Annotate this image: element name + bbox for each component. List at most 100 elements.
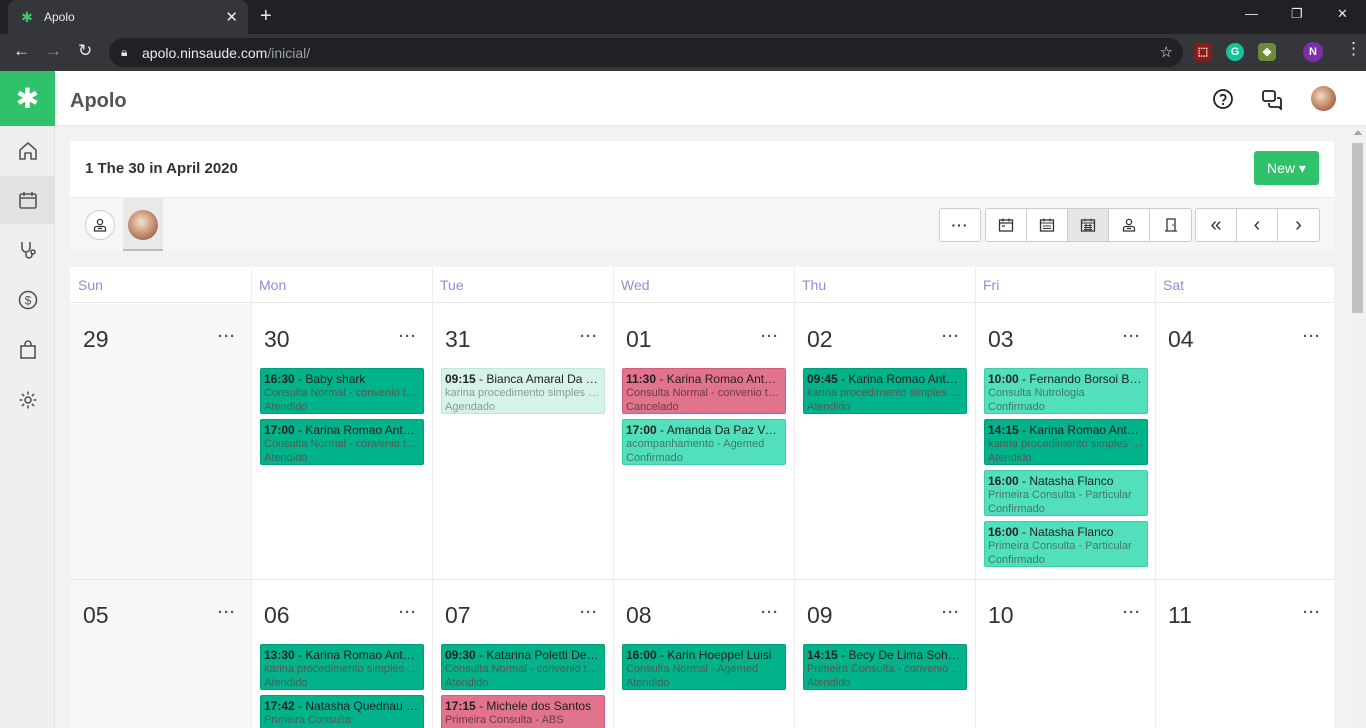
back-icon[interactable]: ← <box>13 41 30 61</box>
day-more-button[interactable]: ··· <box>218 328 236 345</box>
time-separator: - <box>656 372 667 386</box>
week-view-button[interactable] <box>1027 209 1068 241</box>
day-number[interactable]: 06 <box>264 602 290 629</box>
day-number[interactable]: 07 <box>445 602 471 629</box>
day-more-button[interactable]: ··· <box>942 604 960 621</box>
appointment-card[interactable]: 16:00 - Natasha Flanco Primeira Consulta … <box>984 521 1148 567</box>
profile-avatar[interactable]: N <box>1303 42 1323 62</box>
day-number[interactable]: 03 <box>988 326 1014 353</box>
day-number[interactable]: 30 <box>264 326 290 353</box>
home-icon <box>18 142 37 160</box>
professional-view-button[interactable] <box>1109 209 1150 241</box>
help-icon[interactable] <box>1212 88 1234 110</box>
day-more-button[interactable]: ··· <box>761 604 779 621</box>
day-more-button[interactable]: ··· <box>761 328 779 345</box>
chat-icon[interactable] <box>1261 88 1283 110</box>
day-more-button[interactable]: ··· <box>399 604 417 621</box>
forward-icon[interactable]: → <box>45 41 62 61</box>
sidebar-item-finance[interactable]: $ <box>0 276 55 324</box>
day-more-button[interactable]: ··· <box>942 328 960 345</box>
day-more-button[interactable]: ··· <box>399 328 417 345</box>
more-options-group: ··· <box>939 208 981 242</box>
day-more-button[interactable]: ··· <box>580 604 598 621</box>
weekday-label: Thu <box>802 277 827 293</box>
page-scrollbar[interactable] <box>1349 126 1366 728</box>
previous-month-button[interactable]: ‹ <box>1237 209 1278 241</box>
appointment-card[interactable]: 17:00 - Karina Romao Antunes Consulta Nor… <box>260 419 424 465</box>
day-number[interactable]: 31 <box>445 326 471 353</box>
gear-icon <box>19 391 36 409</box>
appointment-card[interactable]: 17:42 - Natasha Quednau FlancoPrimeira C… <box>260 695 424 728</box>
appointment-card[interactable]: 14:15 - Becy De Lima SohnbeinPrimeira Co… <box>803 644 967 690</box>
close-tab-icon[interactable]: ✕ <box>225 8 238 26</box>
day-number[interactable]: 01 <box>626 326 652 353</box>
new-tab-button[interactable]: + <box>260 5 272 28</box>
url-text[interactable]: apolo.ninsaude.com/inicial/ <box>142 45 310 61</box>
appointment-card[interactable]: 10:00 - Fernando Borsoi Bortoli Consulta … <box>984 368 1148 414</box>
sidebar-item-home[interactable] <box>0 127 55 175</box>
day-number[interactable]: 04 <box>1168 326 1194 353</box>
day-number[interactable]: 29 <box>83 326 109 353</box>
browser-tab[interactable]: ✱ Apolo ✕ <box>8 0 248 34</box>
appointment-card[interactable]: 09:45 - Karina Romao Antunes karina proce… <box>803 368 967 414</box>
appointment-card[interactable]: 17:15 - Michele dos Santos Primeira Consu… <box>441 695 605 728</box>
day-more-button[interactable]: ··· <box>1123 604 1141 621</box>
day-number[interactable]: 05 <box>83 602 109 629</box>
grammarly-extension-icon[interactable]: G <box>1226 43 1244 61</box>
reload-icon[interactable]: ↻ <box>78 41 92 61</box>
appointment-card[interactable]: 17:00 - Amanda Da Paz Veredaacompanhamen… <box>622 419 786 465</box>
appointment-card[interactable]: 09:15 - Bianca Amaral Da Rosakarina proc… <box>441 368 605 414</box>
day-view-button[interactable] <box>986 209 1027 241</box>
close-window-icon[interactable]: ✕ <box>1337 6 1348 22</box>
day-number[interactable]: 11 <box>1168 602 1192 629</box>
scroll-up-arrow-icon[interactable] <box>1354 130 1362 135</box>
sidebar-item-clinical[interactable] <box>0 226 55 274</box>
filter-bar: ··· « ‹ › <box>70 197 1334 251</box>
restore-icon[interactable]: ❐ <box>1291 6 1303 22</box>
resource-filter-button[interactable] <box>85 210 115 240</box>
browser-menu-icon[interactable]: ⋮ <box>1345 39 1362 59</box>
appointment-card[interactable]: 16:30 - Baby shark Consulta Normal - conv… <box>260 368 424 414</box>
day-more-button[interactable]: ··· <box>1303 604 1321 621</box>
appointment-title: 17:00 - Karina Romao Antunes <box>264 423 420 437</box>
previous-year-button[interactable]: « <box>1196 209 1237 241</box>
patient-name: Baby shark <box>305 372 366 386</box>
new-appointment-button[interactable]: New ▾ <box>1254 151 1319 185</box>
more-options-button[interactable]: ··· <box>940 209 980 241</box>
minimize-icon[interactable]: — <box>1245 6 1258 21</box>
sidebar-item-calendar[interactable] <box>0 176 55 224</box>
shield-extension-icon[interactable]: ◈ <box>1258 43 1276 61</box>
appointment-status: Agendado <box>445 401 496 413</box>
day-number[interactable]: 10 <box>988 602 1014 629</box>
room-view-button[interactable] <box>1150 209 1191 241</box>
app-logo-icon[interactable]: ✱ <box>0 71 55 126</box>
next-month-button[interactable]: › <box>1278 209 1319 241</box>
day-more-button[interactable]: ··· <box>1123 328 1141 345</box>
column-divider <box>975 267 976 728</box>
sidebar-item-store[interactable] <box>0 326 55 374</box>
appointment-card[interactable]: 09:30 - Katarina Poletti De SouzaConsult… <box>441 644 605 690</box>
user-avatar[interactable] <box>1311 86 1336 111</box>
appointment-card[interactable]: 16:00 - Natasha Flanco Primeira Consulta … <box>984 470 1148 516</box>
address-bar[interactable]: 🔒︎ apolo.ninsaude.com/inicial/ ☆ <box>109 38 1183 67</box>
sidebar-item-settings[interactable] <box>0 376 55 424</box>
appointment-card[interactable]: 11:30 - Karina Romao Antunes Consulta Nor… <box>622 368 786 414</box>
day-number[interactable]: 02 <box>807 326 833 353</box>
calendar-icon <box>18 192 37 209</box>
day-more-button[interactable]: ··· <box>580 328 598 345</box>
appointment-title: 16:00 - Karin Hoeppel Luisi <box>626 648 782 662</box>
pdf-extension-icon[interactable]: ⬚ <box>1194 43 1212 61</box>
appointment-title: 17:15 - Michele dos Santos <box>445 699 601 713</box>
appointment-type: Primeira Consulta <box>264 714 352 726</box>
appointment-card[interactable]: 13:30 - Karina Romao Antunes karina proce… <box>260 644 424 690</box>
professional-avatar-tab[interactable] <box>123 198 163 251</box>
appointment-card[interactable]: 14:15 - Karina Romao Antunes karina proce… <box>984 419 1148 465</box>
scrollbar-thumb[interactable] <box>1352 143 1363 313</box>
bookmark-star-icon[interactable]: ☆ <box>1160 43 1173 61</box>
day-more-button[interactable]: ··· <box>1303 328 1321 345</box>
day-number[interactable]: 08 <box>626 602 652 629</box>
appointment-card[interactable]: 16:00 - Karin Hoeppel Luisi Consulta Norm… <box>622 644 786 690</box>
day-number[interactable]: 09 <box>807 602 833 629</box>
day-more-button[interactable]: ··· <box>218 604 236 621</box>
month-view-button[interactable] <box>1068 209 1109 241</box>
